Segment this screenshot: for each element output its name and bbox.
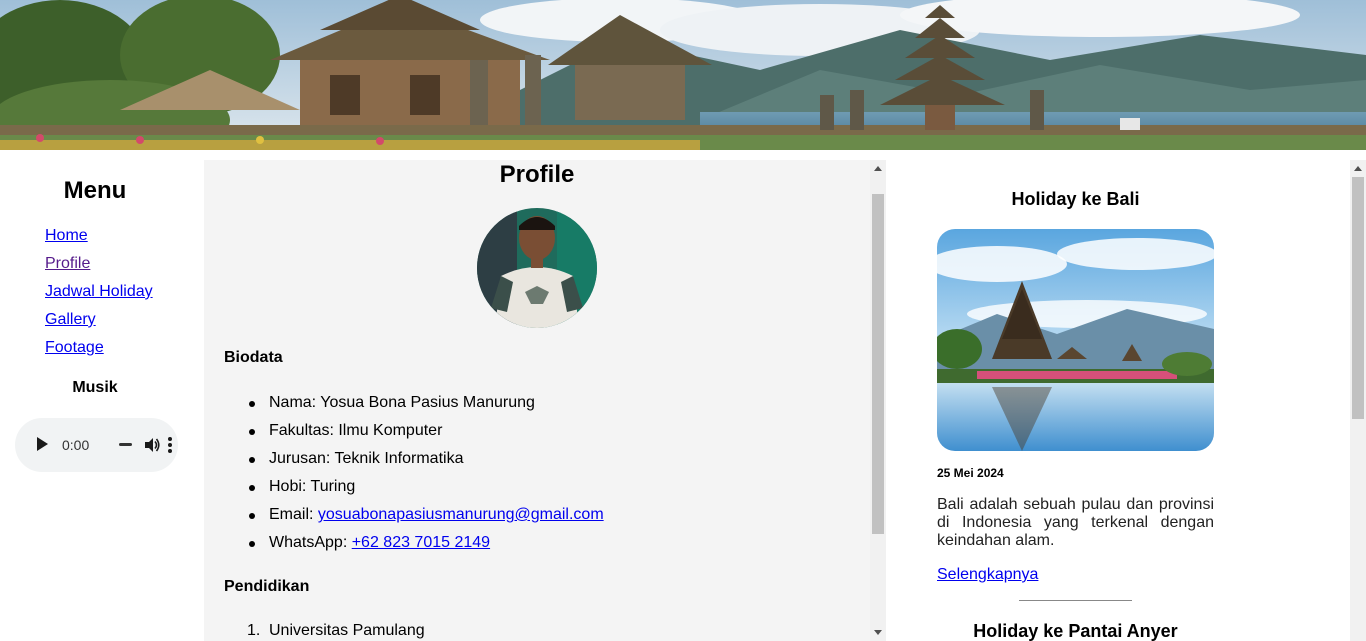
card-image (937, 229, 1214, 451)
list-item: Jurusan: Teknik Informatika (224, 445, 604, 473)
list-item: Hobi: Turing (224, 473, 604, 501)
holiday-scrollbar[interactable] (1350, 160, 1366, 641)
biodata-value: Turing (310, 478, 356, 495)
audio-time: 0:00 (62, 437, 90, 453)
email-link[interactable]: yosuabonapasiusmanurung@gmail.com (318, 506, 604, 523)
biodata-value: Teknik Informatika (334, 450, 464, 467)
menu-item-footage[interactable]: Footage (45, 339, 104, 356)
card-title: Holiday ke Bali (1011, 189, 1140, 209)
biodata-heading: Biodata (224, 349, 283, 366)
biodata-label: Nama: (269, 394, 321, 411)
list-item: Nama: Yosua Bona Pasius Manurung (224, 389, 604, 417)
scroll-thumb[interactable] (1352, 177, 1364, 419)
profile-scrollbar[interactable] (870, 160, 886, 641)
list-number: 1. (247, 622, 261, 639)
audio-player: 0:00 (15, 418, 178, 472)
whatsapp-link[interactable]: +62 823 7015 2149 (352, 534, 490, 551)
holiday-frame: Holiday ke Bali 25 Mei 2024 Bali adalah … (887, 160, 1366, 641)
scroll-thumb[interactable] (872, 194, 884, 534)
biodata-label: WhatsApp: (269, 534, 352, 551)
pendidikan-heading: Pendidikan (224, 578, 310, 595)
banner-image (0, 0, 1366, 150)
play-icon[interactable] (37, 437, 48, 451)
biodata-label: Jurusan: (269, 450, 335, 467)
read-more-link[interactable]: Selengkapnya (937, 566, 1038, 584)
divider (1019, 600, 1132, 601)
profile-photo (477, 208, 597, 328)
biodata-list: Nama: Yosua Bona Pasius Manurung Fakulta… (224, 389, 604, 557)
bali-temple-image (937, 229, 1214, 451)
card-description: Bali adalah sebuah pulau dan provinsi di… (937, 496, 1214, 549)
menu-title: Menu (63, 177, 127, 204)
audio-progress-slider[interactable] (119, 443, 132, 446)
menu-list: Home Profile Jadwal Holiday Gallery Foot… (45, 226, 153, 366)
scroll-up-arrow-icon[interactable] (874, 166, 882, 171)
scroll-down-arrow-icon[interactable] (874, 630, 882, 635)
header-banner (0, 0, 1366, 150)
biodata-value: Yosua Bona Pasius Manurung (320, 394, 535, 411)
list-item: WhatsApp: +62 823 7015 2149 (224, 529, 604, 557)
avatar (477, 208, 597, 328)
music-title: Musik (72, 379, 118, 396)
menu-item-jadwal-holiday[interactable]: Jadwal Holiday (45, 283, 153, 300)
sidebar-menu: Menu Home Profile Jadwal Holiday Gallery… (0, 160, 190, 641)
page-title: Profile (499, 161, 575, 188)
menu-item-gallery[interactable]: Gallery (45, 311, 96, 328)
menu-item-home[interactable]: Home (45, 227, 88, 244)
list-item: Fakultas: Ilmu Komputer (224, 417, 604, 445)
biodata-label: Email: (269, 506, 318, 523)
more-options-icon[interactable] (165, 435, 175, 455)
list-item: Email: yosuabonapasiusmanurung@gmail.com (224, 501, 604, 529)
scroll-up-arrow-icon[interactable] (1354, 166, 1362, 171)
pendidikan-value: Universitas Pamulang (269, 622, 425, 639)
profile-frame: Profile Biodata Nama: Yosua Bona Pasius … (204, 160, 886, 641)
biodata-label: Hobi: (269, 478, 311, 495)
card-title: Holiday ke Pantai Anyer (973, 621, 1178, 641)
biodata-label: Fakultas: (269, 422, 339, 439)
pendidikan-list: 1. Universitas Pamulang (224, 617, 425, 641)
profile-content: Profile Biodata Nama: Yosua Bona Pasius … (204, 160, 870, 641)
list-item: 1. Universitas Pamulang (224, 617, 425, 641)
volume-icon[interactable] (143, 436, 161, 454)
biodata-value: Ilmu Komputer (338, 422, 443, 439)
card-date: 25 Mei 2024 (937, 466, 1004, 480)
menu-item-profile[interactable]: Profile (45, 255, 90, 272)
